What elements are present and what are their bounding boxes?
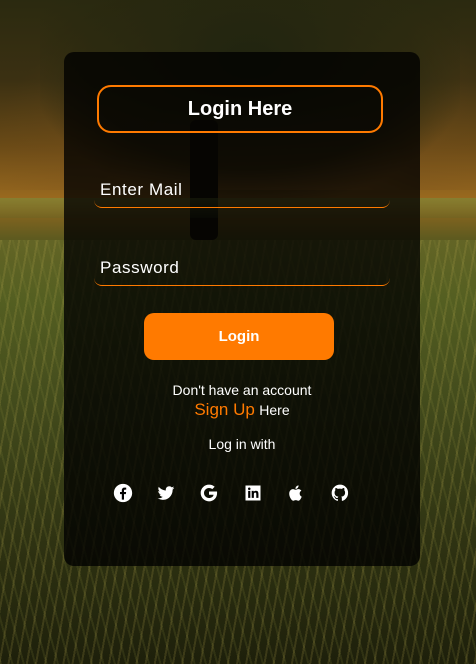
email-field[interactable]: [94, 172, 390, 207]
login-with-text: Log in with: [208, 436, 276, 452]
facebook-icon[interactable]: [112, 482, 134, 504]
signup-link[interactable]: Sign Up: [194, 400, 254, 419]
linkedin-icon[interactable]: [242, 482, 264, 504]
signup-prompt: Don't have an account Sign Up Here: [64, 382, 420, 420]
login-button[interactable]: Login: [144, 313, 334, 360]
password-field[interactable]: [94, 250, 390, 285]
password-field-wrapper: [94, 250, 390, 286]
login-card: Login Here Login Don't have an account S…: [64, 52, 420, 566]
login-title: Login Here: [97, 85, 383, 133]
no-account-text: Don't have an account: [172, 382, 312, 398]
google-icon[interactable]: [198, 482, 220, 504]
social-login-row: [112, 482, 352, 504]
signup-suffix: Here: [259, 402, 290, 418]
email-field-wrapper: [94, 172, 390, 208]
github-icon[interactable]: [329, 482, 351, 504]
twitter-icon[interactable]: [155, 482, 177, 504]
apple-icon[interactable]: [285, 482, 307, 504]
